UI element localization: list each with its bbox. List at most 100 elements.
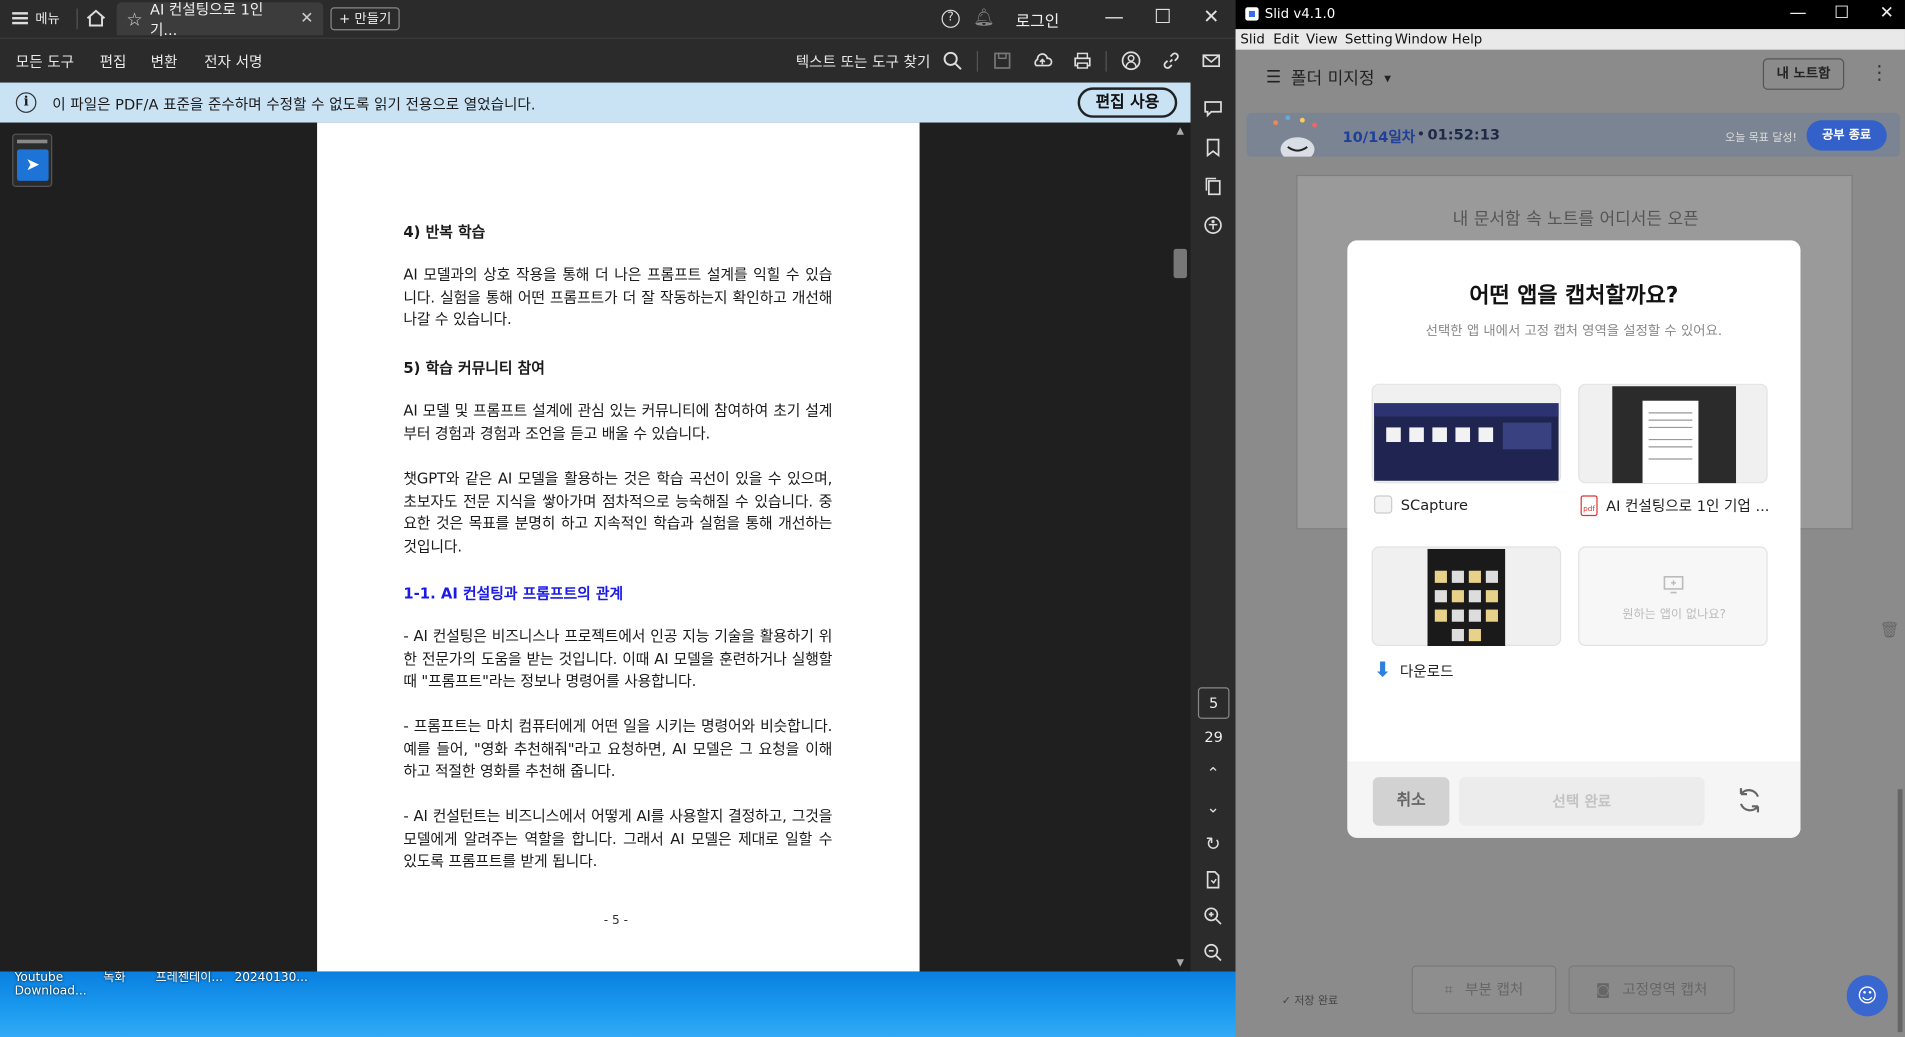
cancel-button[interactable]: 취소 xyxy=(1372,777,1450,826)
menu-edit[interactable]: Edit xyxy=(1273,32,1299,48)
close-tab-icon[interactable]: ✕ xyxy=(300,10,313,28)
end-study-button[interactable]: 공부 종료 xyxy=(1806,120,1887,151)
divider xyxy=(1105,51,1107,72)
bell-icon[interactable]: 🔔︎ xyxy=(973,9,995,28)
maximize-icon[interactable]: ☐ xyxy=(1148,5,1177,28)
paragraph: AI 모델과의 상호 작용을 통해 더 나은 프롬프트 설계를 익힐 수 있습니… xyxy=(403,265,833,329)
scapture-preview xyxy=(1374,403,1559,481)
window-close-icon[interactable]: ✕ xyxy=(1197,5,1226,28)
app-label-pdf: pdf AI 컨설팅으로 1인 기업 ... xyxy=(1580,495,1769,517)
mail-icon[interactable] xyxy=(1200,50,1222,72)
fixed-capture-label: 고정영역 캡처 xyxy=(1622,981,1708,999)
divider xyxy=(976,51,978,72)
toolbar-all-tools[interactable]: 모든 도구 xyxy=(16,51,74,72)
home-icon[interactable] xyxy=(85,7,107,29)
my-notebook-button[interactable]: 내 노트함 xyxy=(1762,58,1845,90)
accessibility-icon[interactable] xyxy=(1202,214,1225,237)
desktop-icon-record[interactable]: 녹화 xyxy=(103,971,125,984)
fixed-capture-button[interactable]: ◙ 고정영역 캡처 xyxy=(1568,965,1735,1014)
cloud-upload-icon[interactable] xyxy=(1031,50,1053,72)
maximize-icon[interactable]: ☐ xyxy=(1830,4,1854,23)
crop-icon: ⌗ xyxy=(1444,981,1453,999)
chat-support-icon[interactable]: ☺ xyxy=(1846,975,1888,1017)
app-option-pdf[interactable] xyxy=(1578,383,1768,484)
scapture-app-icon xyxy=(1374,495,1393,514)
link-icon[interactable] xyxy=(1160,50,1182,72)
folder-selector[interactable]: ☰ 폴더 미지정 ▾ xyxy=(1266,66,1391,90)
capture-app-dialog: 어떤 앱을 캡처할까요? 선택한 앱 내에서 고정 캡처 영역을 설정할 수 있… xyxy=(1347,240,1801,838)
slid-logo-icon xyxy=(1245,7,1259,21)
pdf-reader-window: 메뉴 ☆ AI 컨설팅으로 1인 기... ✕ + 만들기 ? 🔔︎ 로그인 —… xyxy=(0,0,1236,972)
comment-icon[interactable] xyxy=(1202,97,1225,120)
menu-slid[interactable]: Slid xyxy=(1240,32,1264,48)
tab-title: AI 컨설팅으로 1인 기... xyxy=(149,0,264,39)
pages-icon[interactable] xyxy=(1202,175,1225,198)
document-tab[interactable]: ☆ AI 컨설팅으로 1인 기... ✕ xyxy=(116,1,324,38)
page-save-icon[interactable] xyxy=(1202,868,1225,891)
help-icon[interactable]: ? xyxy=(941,9,960,28)
toolbar-e-sign[interactable]: 전자 서명 xyxy=(204,51,262,72)
print-icon[interactable] xyxy=(1072,50,1094,72)
desktop-icon-file[interactable]: 20240130... xyxy=(234,971,307,984)
scroll-down-arrow-icon[interactable]: ▼ xyxy=(1174,957,1187,968)
dialog-subtitle: 선택한 앱 내에서 고정 캡처 영역을 설정할 수 있어요. xyxy=(1425,323,1723,339)
minimize-icon[interactable]: — xyxy=(1099,5,1128,28)
menu-setting[interactable]: Setting xyxy=(1345,32,1393,48)
vertical-scrollbar[interactable]: ▲ ▼ xyxy=(1169,122,1191,972)
slid-scrollbar[interactable] xyxy=(1897,789,1903,1033)
zoom-in-icon[interactable] xyxy=(1202,905,1225,928)
bullet-paragraph: - 프롬프트는 마치 컴퓨터에게 어떤 일을 시키는 명령어와 비슷합니다. 예… xyxy=(403,717,833,781)
list-icon: ☰ xyxy=(1265,68,1282,88)
app-option-scapture[interactable] xyxy=(1371,383,1562,484)
missing-app-label: 원하는 앱이 없나요? xyxy=(1622,608,1726,622)
chevron-down-icon[interactable]: ⌄ xyxy=(1202,797,1225,820)
bullet-paragraph: - AI 컨설턴트는 비즈니스에서 어떻게 AI를 사용할지 결정하고, 그것을… xyxy=(403,807,833,870)
trash-icon[interactable]: 🗑︎ xyxy=(1879,622,1899,640)
menu-view[interactable]: View xyxy=(1306,32,1338,48)
menu-button[interactable]: 메뉴 xyxy=(12,9,60,28)
scrollbar-thumb[interactable] xyxy=(1173,248,1187,279)
star-icon[interactable]: ☆ xyxy=(126,8,142,30)
partial-capture-label: 부분 캡처 xyxy=(1465,981,1524,999)
partial-capture-button[interactable]: ⌗ 부분 캡처 xyxy=(1411,965,1557,1014)
camera-icon: ◙ xyxy=(1595,981,1611,999)
chevron-up-icon[interactable]: ⌃ xyxy=(1202,763,1225,786)
current-page-input[interactable]: 5 xyxy=(1197,687,1230,719)
rotate-icon[interactable]: ↻ xyxy=(1202,833,1225,856)
more-options-icon[interactable]: ⋮ xyxy=(1870,61,1889,84)
select-done-button[interactable]: 선택 완료 xyxy=(1459,777,1705,826)
app-name: 다운로드 xyxy=(1399,662,1454,680)
toolbar-convert[interactable]: 변환 xyxy=(151,51,178,72)
menu-help[interactable]: Help xyxy=(1452,32,1482,48)
pdf-page: 4) 반복 학습 AI 모델과의 상호 작용을 통해 더 나은 프롬프트 설계를… xyxy=(317,122,920,972)
bookmark-icon[interactable] xyxy=(1202,136,1225,159)
zoom-out-icon[interactable] xyxy=(1202,941,1225,964)
app-option-missing[interactable]: 원하는 앱이 없나요? xyxy=(1578,546,1768,647)
save-icon[interactable] xyxy=(991,50,1013,72)
login-link[interactable]: 로그인 xyxy=(1016,9,1060,31)
window-close-icon[interactable]: ✕ xyxy=(1875,4,1899,23)
slid-title: Slid v4.1.0 xyxy=(1264,6,1336,22)
app-option-downloads[interactable] xyxy=(1371,546,1562,647)
scroll-up-arrow-icon[interactable]: ▲ xyxy=(1174,125,1187,136)
toolbar-edit[interactable]: 편집 xyxy=(100,51,127,72)
right-tool-rail: ⌃ ⌄ ↻ xyxy=(1190,82,1236,972)
enable-edit-button[interactable]: 편집 사용 xyxy=(1077,87,1178,118)
share-user-icon[interactable] xyxy=(1120,50,1142,72)
desktop-icon-youtube[interactable]: Youtube Download... xyxy=(15,971,87,998)
select-tool-panel[interactable]: ➤ xyxy=(12,133,53,188)
menu-window[interactable]: Window xyxy=(1395,32,1448,48)
pdf-file-icon: pdf xyxy=(1580,495,1598,517)
downloads-preview xyxy=(1427,548,1506,647)
search-icon[interactable] xyxy=(942,50,964,72)
refresh-icon[interactable] xyxy=(1734,784,1766,816)
minimize-icon[interactable]: — xyxy=(1786,4,1810,23)
new-button[interactable]: + 만들기 xyxy=(330,7,400,31)
desktop-icon-presentation[interactable]: 프레젠테이... xyxy=(156,971,223,984)
cursor-select-icon[interactable]: ➤ xyxy=(17,149,49,181)
tool-search[interactable]: 텍스트 또는 도구 찾기 xyxy=(796,51,931,72)
pdf-toolbar: 모든 도구 편집 변환 전자 서명 텍스트 또는 도구 찾기 xyxy=(0,37,1236,83)
dialog-title: 어떤 앱을 캡처할까요? xyxy=(1469,282,1679,309)
paragraph: 챗GPT와 같은 AI 모델을 활용하는 것은 학습 곡선이 있을 수 있으며,… xyxy=(403,469,833,556)
slid-window: Slid v4.1.0 — ☐ ✕ Slid Edit View Setting… xyxy=(1235,0,1905,1037)
